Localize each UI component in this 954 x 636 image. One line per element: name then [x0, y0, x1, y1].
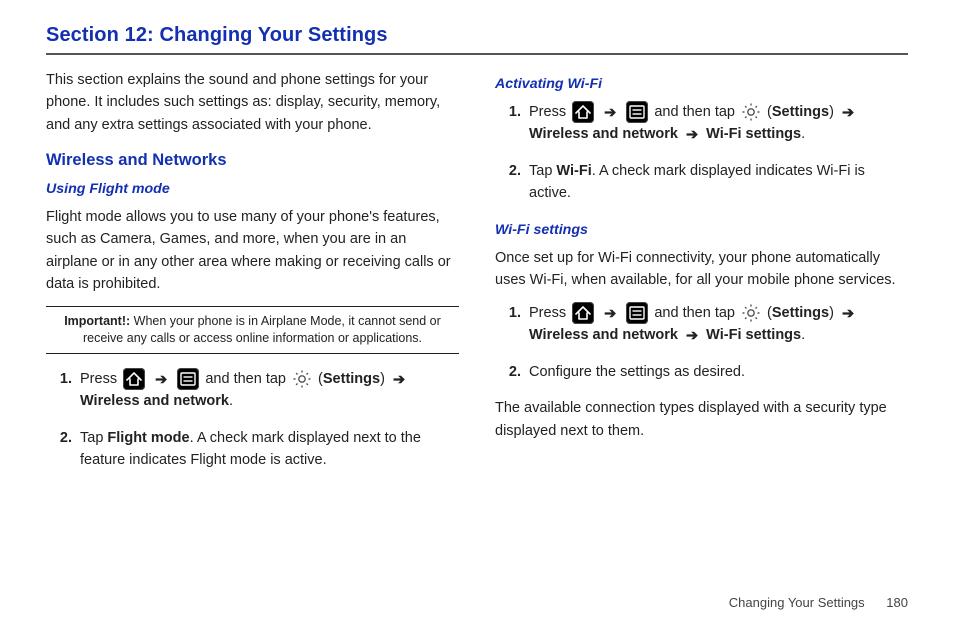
flight-step-1: Press ➔ and then tap (Settings) ➔ Wirele… — [76, 368, 459, 413]
menu-key-icon — [626, 302, 648, 324]
arrow-icon: ➔ — [842, 102, 854, 124]
step-text: Tap — [80, 430, 107, 446]
flight-mode-heading: Using Flight mode — [46, 178, 459, 200]
settings-label: Settings — [772, 305, 829, 321]
wireless-network-label: Wireless and network — [529, 126, 678, 142]
wireless-network-label: Wireless and network — [529, 327, 678, 343]
settings-gear-icon — [292, 369, 312, 389]
activating-wifi-heading: Activating Wi-Fi — [495, 73, 908, 95]
wireless-network-label: Wireless and network — [80, 393, 229, 409]
arrow-icon: ➔ — [842, 303, 854, 325]
wifi-label: Wi-Fi — [556, 163, 591, 179]
important-text: When your phone is in Airplane Mode, it … — [83, 314, 441, 345]
wifi-settings-steps: Press ➔ and then tap (Settings) ➔ Wirele… — [495, 302, 908, 383]
arrow-icon: ➔ — [604, 303, 616, 325]
step-text: Press — [529, 104, 570, 120]
flight-mode-steps: Press ➔ and then tap (Settings) ➔ Wirele… — [46, 368, 459, 472]
section-title: Section 12: Changing Your Settings — [46, 24, 908, 47]
columns: This section explains the sound and phon… — [46, 69, 908, 485]
wifi-settings-label: Wi-Fi settings — [706, 327, 801, 343]
flight-mode-label: Flight mode — [107, 430, 189, 446]
title-rule — [46, 53, 908, 55]
arrow-icon: ➔ — [686, 325, 698, 347]
wifiset-step-2: Configure the settings as desired. — [525, 361, 908, 383]
wifi-settings-heading: Wi-Fi settings — [495, 219, 908, 241]
step-text: Press — [80, 371, 121, 387]
activate-step-2: Tap Wi-Fi. A check mark displayed indica… — [525, 160, 908, 205]
arrow-icon: ➔ — [155, 369, 167, 391]
page-number: 180 — [886, 595, 908, 610]
wifi-settings-label: Wi-Fi settings — [706, 126, 801, 142]
menu-key-icon — [177, 368, 199, 390]
right-column: Activating Wi-Fi Press ➔ and then tap — [495, 69, 908, 485]
manual-page: Section 12: Changing Your Settings This … — [0, 0, 954, 495]
settings-gear-icon — [741, 303, 761, 323]
wireless-heading: Wireless and Networks — [46, 148, 459, 174]
settings-gear-icon — [741, 102, 761, 122]
step-text: Press — [529, 305, 570, 321]
page-footer: Changing Your Settings 180 — [729, 595, 908, 610]
footer-label: Changing Your Settings — [729, 595, 865, 610]
arrow-icon: ➔ — [393, 369, 405, 391]
step-text: Configure the settings as desired. — [529, 364, 745, 380]
wifi-settings-desc: Once set up for Wi-Fi connectivity, your… — [495, 247, 908, 292]
home-key-icon — [123, 368, 145, 390]
step-text: Tap — [529, 163, 556, 179]
home-key-icon — [572, 302, 594, 324]
menu-key-icon — [626, 101, 648, 123]
flight-mode-desc: Flight mode allows you to use many of yo… — [46, 206, 459, 296]
flight-step-2: Tap Flight mode. A check mark displayed … — [76, 427, 459, 472]
activate-step-1: Press ➔ and then tap (Settings) ➔ Wirele… — [525, 101, 908, 146]
step-text: and then tap — [654, 305, 739, 321]
intro-paragraph: This section explains the sound and phon… — [46, 69, 459, 136]
activate-wifi-steps: Press ➔ and then tap (Settings) ➔ Wirele… — [495, 101, 908, 205]
arrow-icon: ➔ — [686, 124, 698, 146]
important-label: Important!: — [64, 314, 130, 328]
step-text: and then tap — [654, 104, 739, 120]
wifiset-step-1: Press ➔ and then tap (Settings) ➔ Wirele… — [525, 302, 908, 347]
settings-label: Settings — [323, 371, 380, 387]
home-key-icon — [572, 101, 594, 123]
arrow-icon: ➔ — [604, 102, 616, 124]
step-text: and then tap — [205, 371, 290, 387]
important-note: Important!: When your phone is in Airpla… — [46, 306, 459, 354]
wifi-settings-tail: The available connection types displayed… — [495, 397, 908, 442]
left-column: This section explains the sound and phon… — [46, 69, 459, 485]
settings-label: Settings — [772, 104, 829, 120]
